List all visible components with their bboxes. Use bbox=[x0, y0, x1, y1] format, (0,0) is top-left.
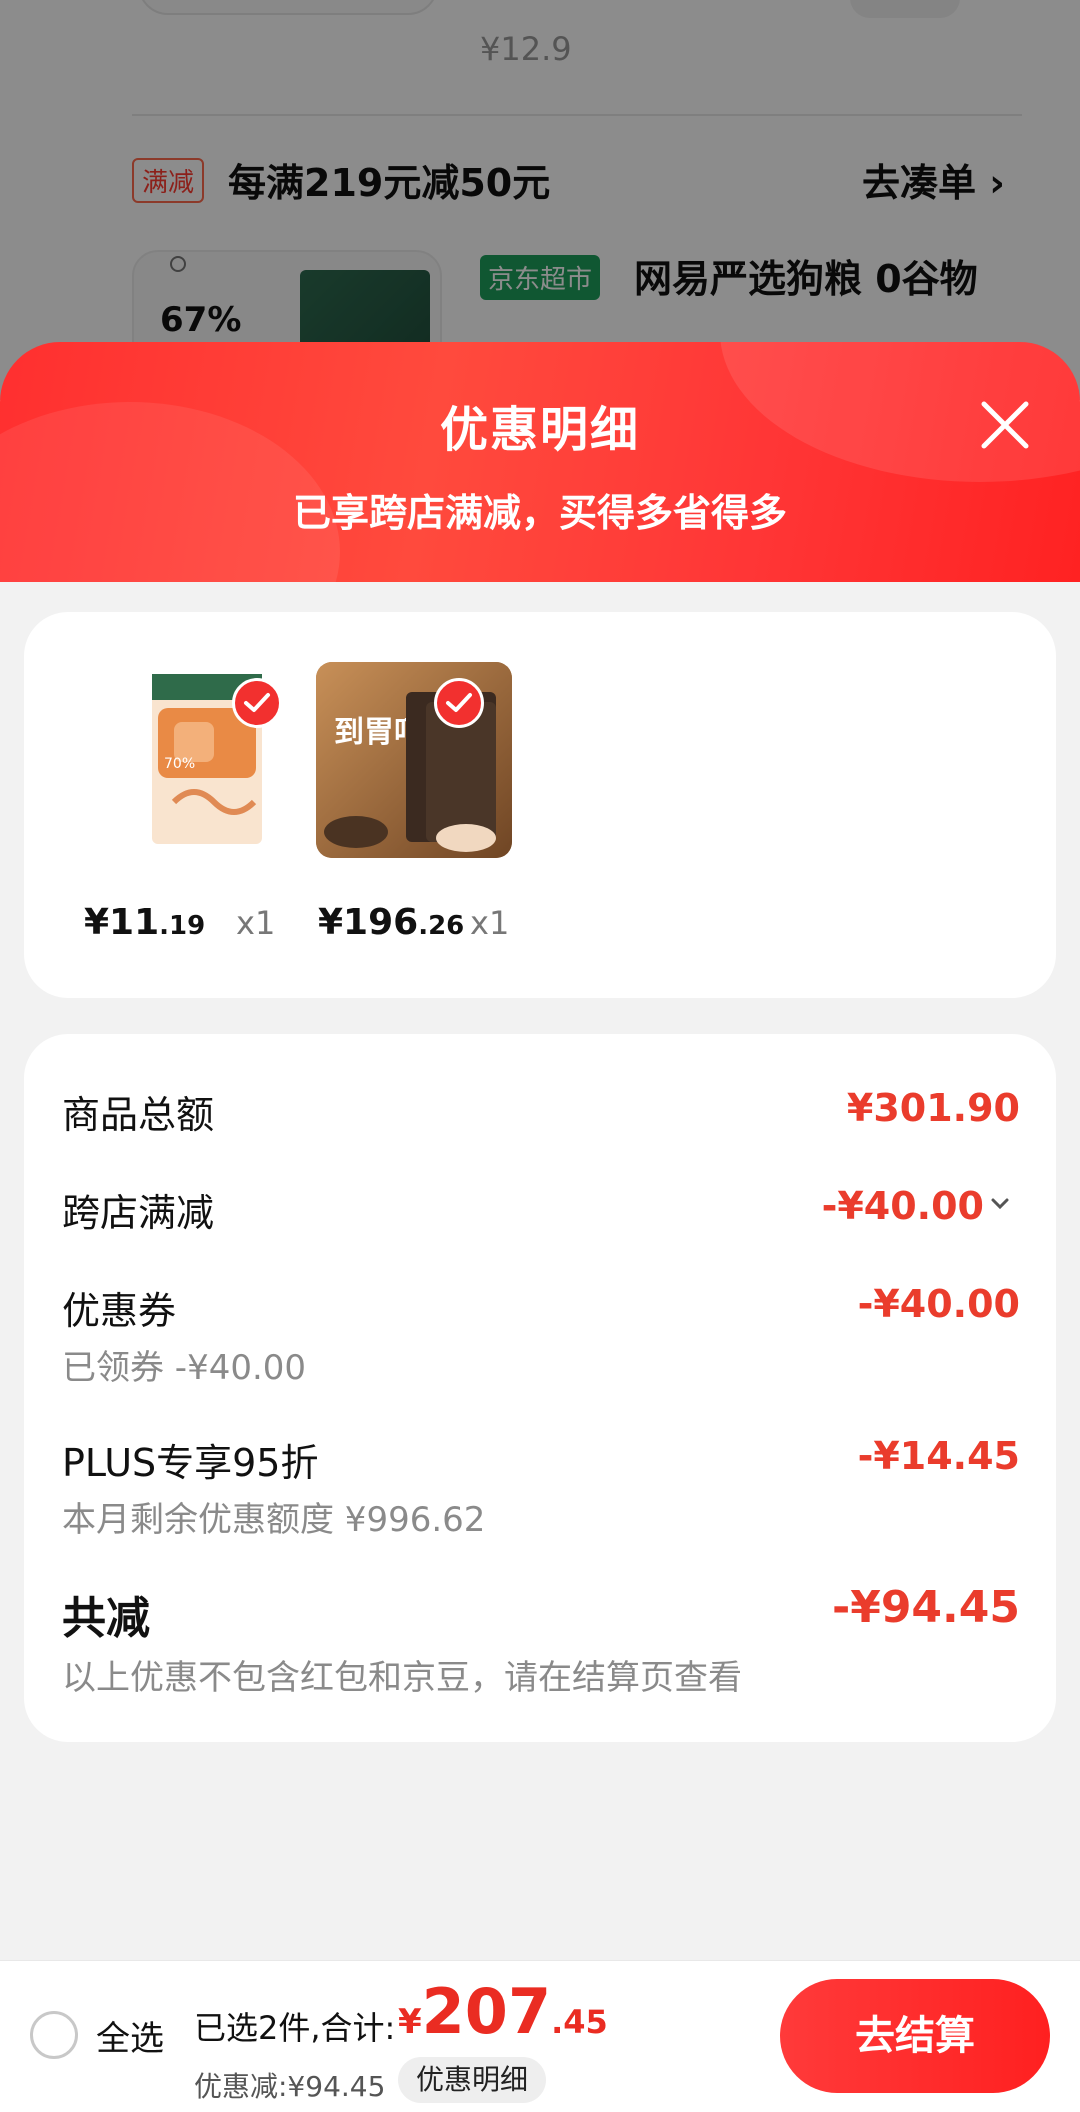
product-thumbnail: 70% bbox=[114, 662, 310, 858]
sheet-subtitle: 已享跨店满减，买得多省得多 bbox=[292, 491, 787, 535]
product-item[interactable]: 70% bbox=[114, 662, 314, 862]
plus-sub: 本月剩余优惠额度 ¥996.62 bbox=[62, 1500, 486, 1540]
selected-check-icon[interactable] bbox=[232, 678, 282, 728]
product-qty: x1 bbox=[470, 904, 510, 942]
product-price: ¥196.26 bbox=[318, 902, 465, 943]
checkout-button[interactable]: 去结算 bbox=[780, 1979, 1050, 2093]
sheet-title: 优惠明细 bbox=[439, 402, 640, 458]
select-all-radio[interactable] bbox=[30, 2011, 78, 2059]
discount-summary-card: 商品总额 ¥301.90 跨店满减 -¥40.00 优惠券 -¥40.00 已领… bbox=[24, 1034, 1056, 1742]
total-discount-label: 共减 bbox=[62, 1593, 150, 1644]
sheet-header: 优惠明细 已享跨店满减，买得多省得多 bbox=[0, 342, 1080, 582]
product-thumbnail: 到胃呵护 bbox=[316, 662, 512, 858]
total-discount-note: 以上优惠不包含红包和京豆，请在结算页查看 bbox=[62, 1658, 742, 1698]
coupon-sub: 已领券 -¥40.00 bbox=[62, 1348, 307, 1388]
coupon-value: -¥40.00 bbox=[857, 1282, 1020, 1326]
modal-overlay[interactable] bbox=[0, 0, 1080, 400]
svg-text:70%: 70% bbox=[164, 756, 195, 772]
product-qty: x1 bbox=[236, 904, 276, 942]
cart-total: ¥207.45 bbox=[398, 1975, 608, 2048]
selected-products-card: 70% ¥11.19 x1 到胃呵护 ¥196.26 x1 bbox=[24, 612, 1056, 998]
plus-label: PLUS专享95折 bbox=[62, 1441, 319, 1485]
checkout-bar: 全选 已选2件,合计: ¥207.45 优惠减:¥94.45 优惠明细 去结算 bbox=[0, 1960, 1080, 2112]
select-all-label[interactable]: 全选 bbox=[96, 2011, 164, 2060]
total-discount-value: -¥94.45 bbox=[831, 1582, 1020, 1633]
cross-store-value[interactable]: -¥40.00 bbox=[822, 1184, 984, 1228]
discount-detail-button[interactable]: 优惠明细 bbox=[398, 2057, 547, 2103]
goods-total-value: ¥301.90 bbox=[846, 1086, 1020, 1130]
product-price: ¥11.19 bbox=[84, 902, 206, 943]
discount-amount: 优惠减:¥94.45 bbox=[194, 2070, 386, 2103]
cross-store-label: 跨店满减 bbox=[62, 1191, 215, 1235]
background-cart: ¥12.9 满减 每满219元减50元 去凑单 › 67% 京东超市 网易严选狗… bbox=[0, 0, 1080, 400]
coupon-label: 优惠券 bbox=[62, 1289, 177, 1333]
product-item[interactable]: 到胃呵护 bbox=[316, 662, 516, 862]
close-icon[interactable] bbox=[970, 390, 1040, 460]
selected-count: 已选2件,合计: bbox=[194, 2009, 396, 2047]
goods-total-label: 商品总额 bbox=[62, 1093, 215, 1137]
plus-value: -¥14.45 bbox=[857, 1434, 1020, 1478]
selected-check-icon[interactable] bbox=[434, 678, 484, 728]
chevron-down-icon[interactable] bbox=[990, 1196, 1010, 1215]
